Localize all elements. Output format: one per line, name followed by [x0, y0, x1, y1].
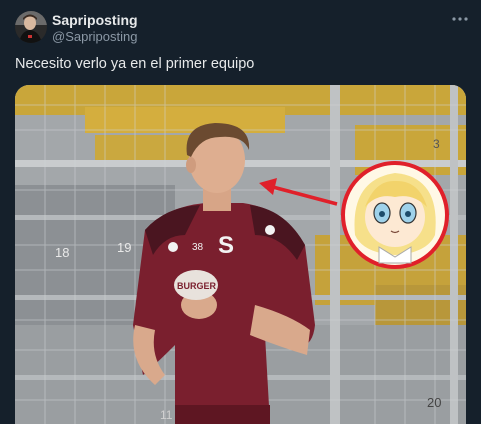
seat-number: 19: [117, 240, 131, 255]
more-options-button[interactable]: [449, 9, 471, 29]
tweet-text: Necesito verlo ya en el primer equipo: [15, 56, 255, 72]
seat-number: 20: [427, 395, 441, 410]
seat-number: 18: [55, 245, 69, 260]
author-display-name[interactable]: Sapriposting: [52, 12, 138, 28]
photo-illustration: 18 19 3 20 11 S 38 BURGER: [15, 85, 466, 424]
jersey-sponsor: BURGER: [177, 281, 217, 291]
jersey-crest: S: [218, 232, 234, 259]
avatar-image: [15, 11, 47, 43]
tweet-photo[interactable]: 18 19 3 20 11 S 38 BURGER: [15, 85, 466, 424]
profile-avatar[interactable]: [15, 11, 47, 43]
seat-number: 3: [433, 137, 440, 151]
seat-number: 11: [160, 408, 173, 422]
more-horizontal-icon: [452, 17, 468, 21]
author-handle[interactable]: @Sapriposting: [52, 29, 137, 44]
jersey-number: 38: [192, 242, 204, 253]
